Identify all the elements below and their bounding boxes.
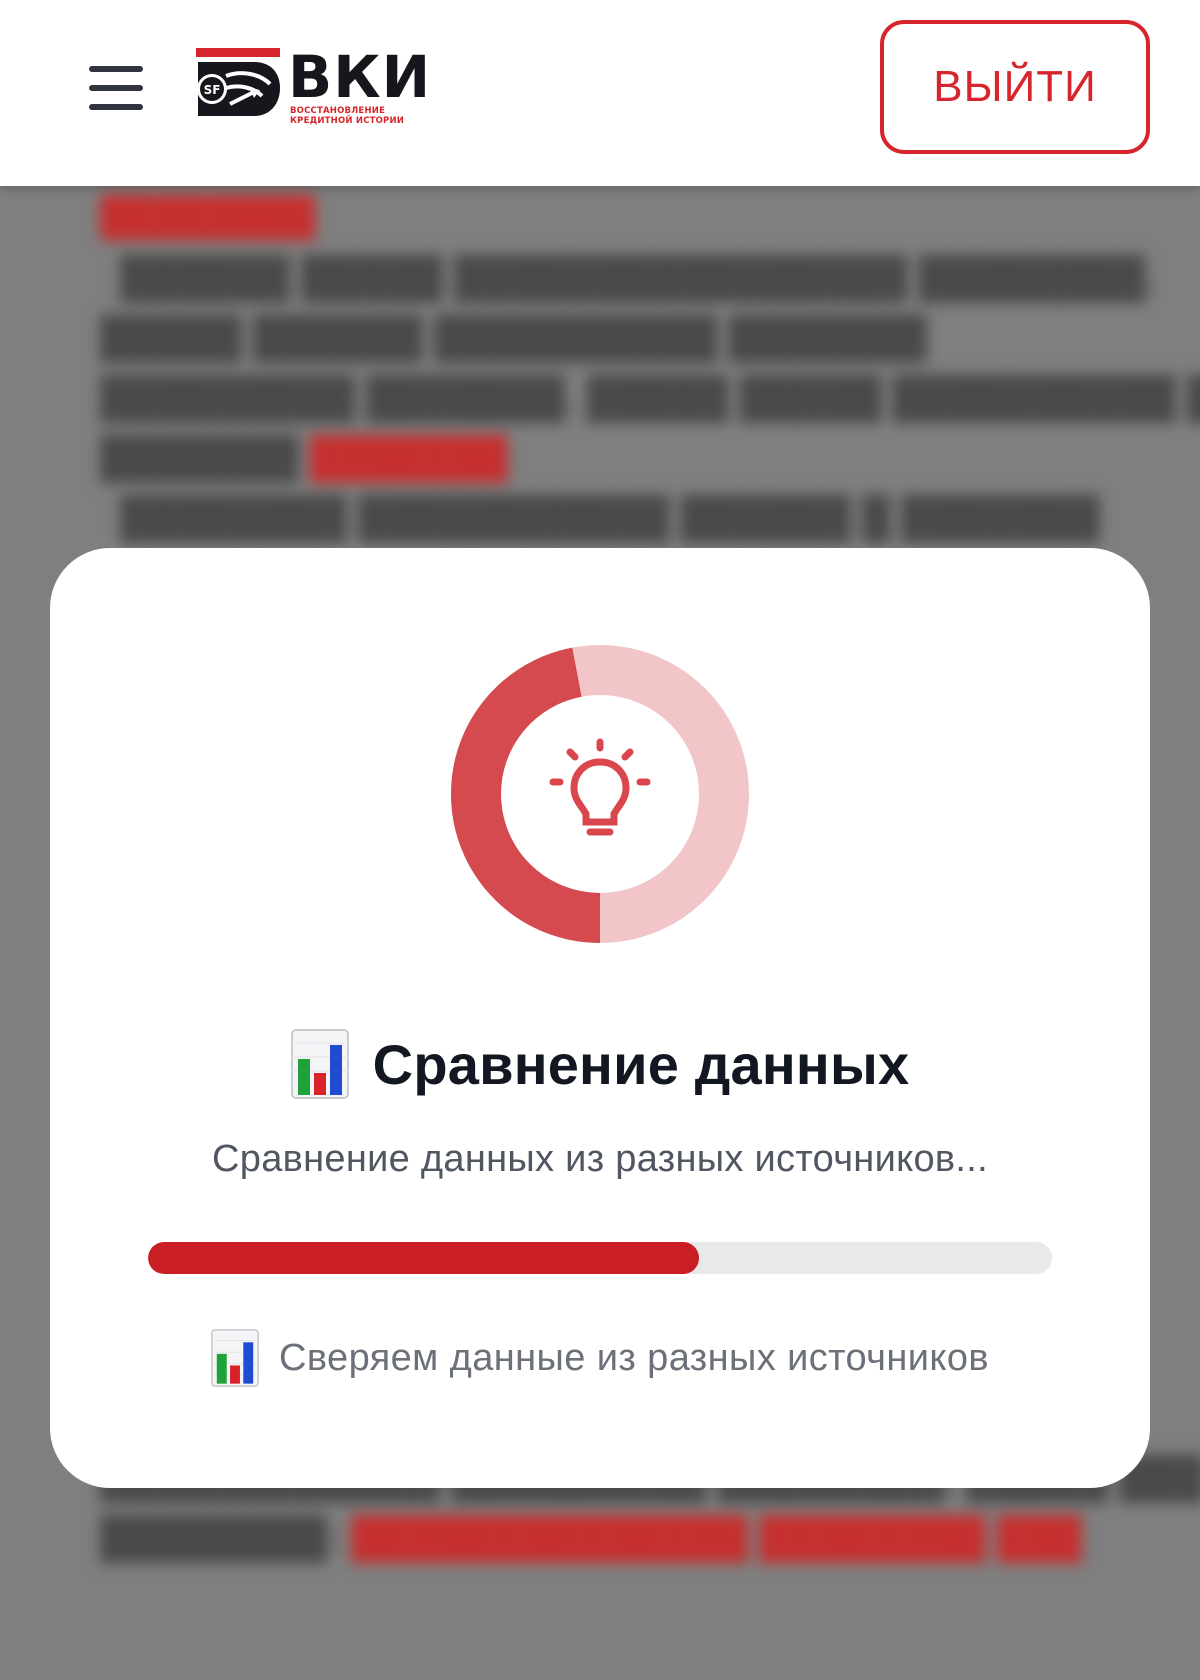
step-status-text: Сверяем данные из разных источников [279,1336,989,1379]
bar-chart-icon [290,1029,349,1099]
brand-logo[interactable]: SF ВКИ ВОССТАНОВЛЕНИЕ КРЕДИТНОЙ ИСТОРИИ [196,44,446,128]
progress-modal: Сравнение данных Сравнение данных из раз… [50,548,1150,1488]
app-screen: SF ВКИ ВОССТАНОВЛЕНИЕ КРЕДИТНОЙ ИСТОРИИ … [0,0,1200,1680]
step-status-row: Сверяем данные из разных источников [50,1326,1150,1390]
logo-text: ВКИ [288,43,432,111]
svg-text:SF: SF [204,83,221,97]
progress-ring [451,645,749,943]
progress-bar [148,1242,1052,1274]
logo-tagline: ВОССТАНОВЛЕНИЕ КРЕДИТНОЙ ИСТОРИИ [290,106,405,126]
logout-button[interactable]: ВЫЙТИ [880,20,1150,154]
lightbulb-icon [549,738,651,836]
modal-subtitle: Сравнение данных из разных источников... [212,1138,988,1180]
modal-title-row: Сравнение данных [50,1024,1150,1104]
top-header: SF ВКИ ВОССТАНОВЛЕНИЕ КРЕДИТНОЙ ИСТОРИИ … [0,0,1200,186]
modal-title: Сравнение данных [372,1032,910,1096]
logo-mark-icon: SF [196,48,280,116]
menu-icon[interactable] [86,60,146,116]
bar-chart-icon [211,1329,260,1387]
progress-bar-fill [148,1242,700,1274]
